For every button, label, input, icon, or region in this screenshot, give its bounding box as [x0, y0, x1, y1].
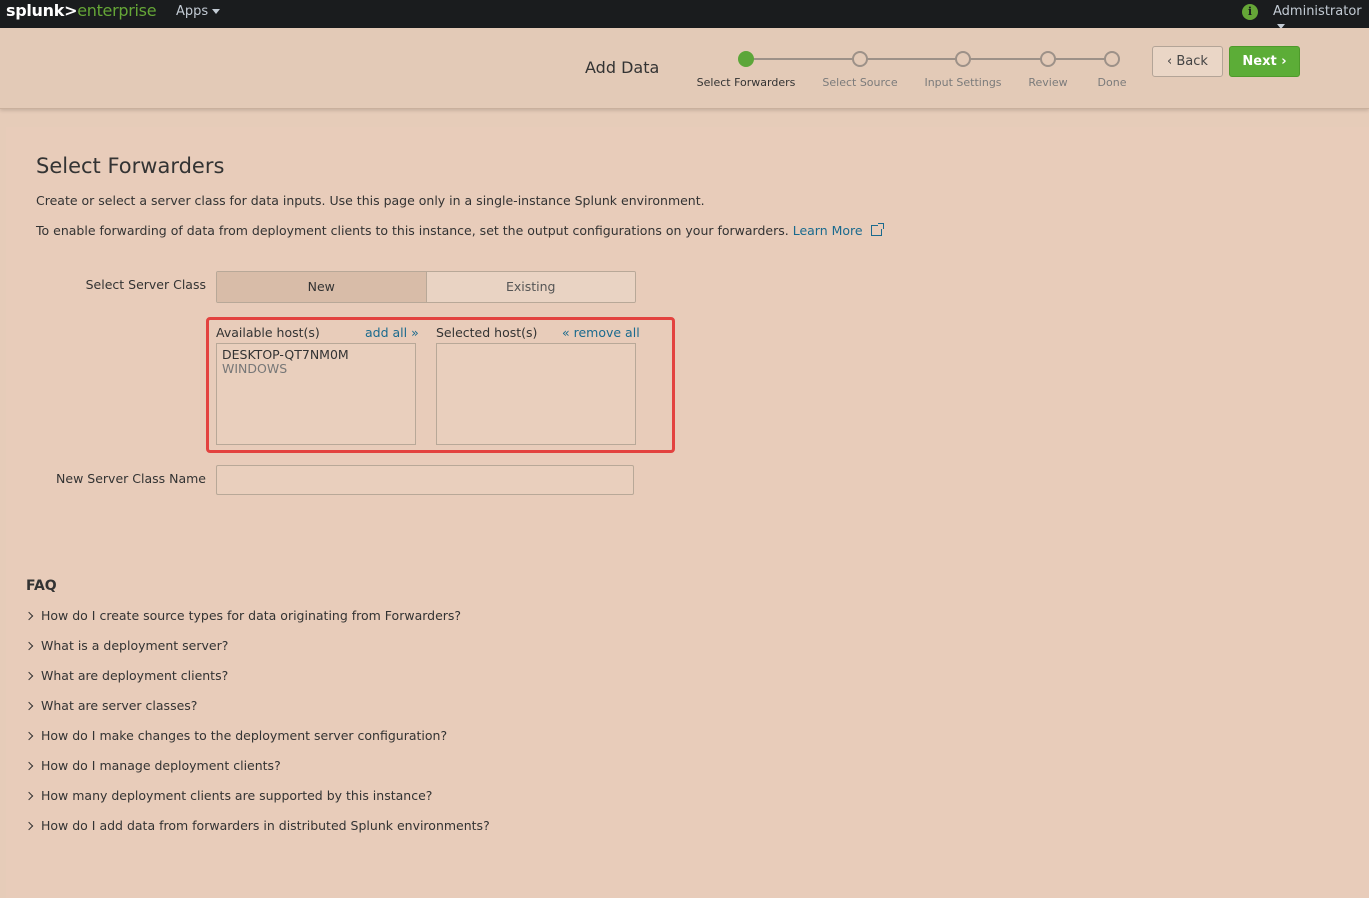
step-label: Select Forwarders: [696, 76, 796, 89]
step-connector: [963, 58, 1048, 60]
learn-more-link[interactable]: Learn More: [793, 223, 863, 238]
step-dot-icon: [1040, 51, 1056, 67]
faq-item[interactable]: How many deployment clients are supporte…: [24, 788, 433, 803]
faq-question: What are deployment clients?: [41, 668, 229, 683]
caret-down-icon: [212, 9, 221, 14]
faq-item[interactable]: How do I add data from forwarders in dis…: [24, 818, 490, 833]
server-class-label: Select Server Class: [85, 277, 206, 292]
faq-item[interactable]: How do I create source types for data or…: [24, 608, 462, 623]
faq-item[interactable]: How do I make changes to the deployment …: [24, 728, 448, 743]
main-panel: Select Forwarders Create or select a ser…: [6, 127, 1369, 898]
back-button[interactable]: ‹ Back: [1152, 46, 1223, 77]
faq-item[interactable]: What are server classes?: [24, 698, 198, 713]
step-connector: [1048, 58, 1112, 60]
info-icon[interactable]: i: [1242, 4, 1258, 20]
step-label: Review: [1028, 76, 1068, 89]
host-name: DESKTOP-QT7NM0M: [222, 347, 349, 362]
top-nav-bar: splunk>enterprise Apps i Administrator: [0, 0, 1369, 29]
step-dot-icon: [1104, 51, 1120, 67]
faq-item[interactable]: How do I manage deployment clients?: [24, 758, 281, 773]
add-all-link[interactable]: add all »: [365, 325, 419, 340]
faq-question: How many deployment clients are supporte…: [41, 788, 433, 803]
chevron-right-icon: [24, 791, 34, 801]
faq-item[interactable]: What is a deployment server?: [24, 638, 229, 653]
chevron-right-icon: [24, 641, 34, 651]
server-class-name-input[interactable]: [216, 465, 634, 495]
wizard-header: Add Data Select Forwarders Select Source I…: [0, 28, 1369, 109]
page-title: Select Forwarders: [36, 154, 225, 178]
segment-new[interactable]: New: [217, 272, 427, 302]
faq-question: How do I create source types for data or…: [41, 608, 462, 623]
faq-question: How do I add data from forwarders in dis…: [41, 818, 490, 833]
segment-existing[interactable]: Existing: [426, 272, 635, 302]
faq-item[interactable]: What are deployment clients?: [24, 668, 229, 683]
faq-question: How do I manage deployment clients?: [41, 758, 281, 773]
chevron-right-icon: [24, 611, 34, 621]
server-class-name-label: New Server Class Name: [56, 471, 206, 486]
chevron-right-icon: [24, 821, 34, 831]
wizard-title: Add Data: [585, 58, 660, 77]
faq-question: What are server classes?: [41, 698, 198, 713]
splunk-logo[interactable]: splunk>enterprise: [6, 1, 157, 20]
server-class-toggle: New Existing: [216, 271, 636, 303]
description-text: Create or select a server class for data…: [36, 193, 705, 208]
step-label: Select Source: [822, 76, 898, 89]
step-dot-icon: [852, 51, 868, 67]
faq-question: What is a deployment server?: [41, 638, 229, 653]
step-dot-icon: [955, 51, 971, 67]
forwarding-description: To enable forwarding of data from deploy…: [36, 223, 884, 238]
chevron-right-icon: [24, 701, 34, 711]
faq-question: How do I make changes to the deployment …: [41, 728, 448, 743]
selected-hosts-list[interactable]: [436, 343, 636, 445]
step-label: Input Settings: [924, 76, 1002, 89]
chevron-right-icon: [24, 671, 34, 681]
chevron-right-icon: ›: [1281, 54, 1287, 69]
step-dot-icon: [738, 51, 754, 67]
apps-menu[interactable]: Apps: [176, 4, 221, 19]
available-hosts-list[interactable]: DESKTOP-QT7NM0M WINDOWS: [216, 343, 416, 445]
step-connector: [860, 58, 963, 60]
available-hosts-label: Available host(s): [216, 325, 320, 340]
step-connector: [746, 58, 860, 60]
selected-hosts-label: Selected host(s): [436, 325, 538, 340]
step-label: Done: [1097, 76, 1127, 89]
chevron-left-icon: ‹: [1167, 54, 1173, 69]
faq-title: FAQ: [26, 578, 57, 594]
chevron-right-icon: [24, 761, 34, 771]
chevron-right-icon: [24, 731, 34, 741]
next-button[interactable]: Next ›: [1229, 46, 1300, 77]
remove-all-link[interactable]: « remove all: [562, 325, 640, 340]
external-link-icon[interactable]: [870, 223, 884, 236]
host-os: WINDOWS: [222, 361, 288, 376]
